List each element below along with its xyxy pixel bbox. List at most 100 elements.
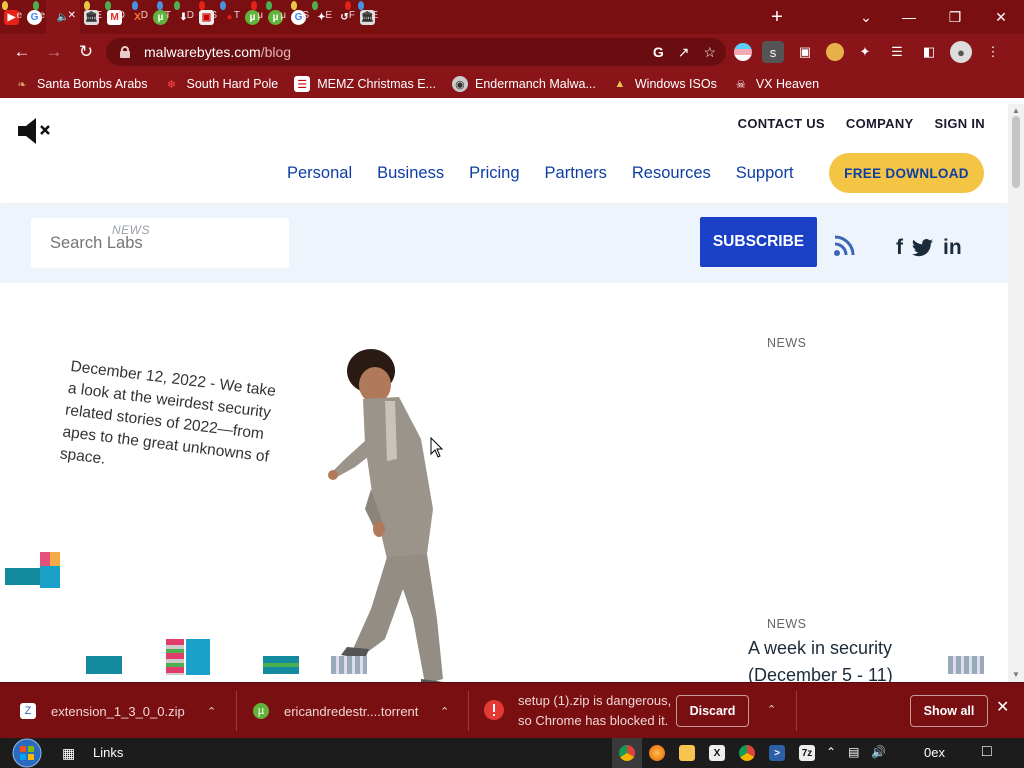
tab-extension[interactable]: ✦ E <box>310 0 333 34</box>
close-shelf-icon[interactable]: ✕ <box>996 697 1009 717</box>
clock[interactable]: 0ex <box>924 745 945 760</box>
mute-icon[interactable] <box>16 116 56 146</box>
lock-icon[interactable] <box>120 46 130 58</box>
news-label: NEWS <box>767 617 807 631</box>
show-hidden-icons-icon[interactable]: ⌃ <box>826 745 836 759</box>
scroll-down-icon[interactable]: ▼ <box>1012 670 1020 679</box>
tab-torrent-2[interactable]: µμ <box>241 0 264 34</box>
discard-button[interactable]: Discard <box>676 695 749 727</box>
side-panel-icon[interactable]: ◧ <box>918 41 940 63</box>
tab-google-2[interactable]: GS <box>287 0 310 34</box>
tab-archive-2[interactable]: 🏛 E <box>356 0 379 34</box>
free-download-button[interactable]: FREE DOWNLOAD <box>829 153 984 193</box>
tab-torrent-3[interactable]: µμ <box>264 0 287 34</box>
glitch-artifact <box>948 656 984 674</box>
screenshot-extension-icon[interactable]: ▣ <box>794 41 816 63</box>
article-title-link[interactable]: A week in security (December 5 - 11) <box>748 635 948 682</box>
tab-gmail[interactable]: MD <box>103 0 126 34</box>
tab-torrent-1[interactable]: µT <box>149 0 172 34</box>
tab-history[interactable]: ↺ F <box>333 0 356 34</box>
7zip-icon[interactable]: 7z <box>792 738 822 768</box>
share-icon[interactable]: ↗ <box>678 44 690 61</box>
nav-partners[interactable]: Partners <box>545 164 607 183</box>
bookmark-star-icon[interactable]: ☆ <box>703 44 716 61</box>
nav-resources[interactable]: Resources <box>632 164 711 183</box>
url-text[interactable]: malwarebytes.com/blog <box>144 44 291 60</box>
search-input[interactable] <box>31 218 289 268</box>
task-view-icon[interactable]: ▦ <box>62 745 75 762</box>
network-icon[interactable]: ▤ <box>848 745 859 759</box>
links-toolbar-label[interactable]: Links <box>93 745 123 760</box>
scrollbar-thumb[interactable] <box>1012 116 1020 188</box>
tab-download[interactable]: ⬇ D <box>172 0 195 34</box>
snowflake-icon: ❄ <box>166 78 177 91</box>
reload-button[interactable]: ↻ <box>70 36 102 68</box>
kebab-menu-icon[interactable]: ⋮ <box>982 41 1004 63</box>
google-icon[interactable]: G <box>653 44 664 60</box>
nav-support[interactable]: Support <box>736 164 794 183</box>
windows-start-icon[interactable] <box>10 738 44 768</box>
chevron-up-icon[interactable]: ⌃ <box>207 705 216 718</box>
tab-audio-active[interactable]: 🔈 ✕ <box>46 0 80 34</box>
labs-bar <box>0 205 1008 283</box>
figure-icon: ▲ <box>614 78 626 90</box>
avatar-extension-icon[interactable] <box>826 43 844 61</box>
bookmark-item[interactable]: ☠ VX Heaven <box>733 76 819 92</box>
scroll-up-icon[interactable]: ▲ <box>1012 106 1020 115</box>
tab-youtube[interactable]: ▶ e <box>0 0 23 34</box>
nav-personal[interactable]: Personal <box>287 164 352 183</box>
new-tab-button[interactable]: + <box>766 6 788 28</box>
restore-button[interactable]: ❐ <box>932 0 978 34</box>
address-bar[interactable]: malwarebytes.com/blog G ↗ ☆ <box>106 38 726 66</box>
page-scrollbar[interactable]: ▲ ▼ <box>1008 104 1024 682</box>
twitter-icon[interactable] <box>912 239 934 257</box>
nav-business[interactable]: Business <box>377 164 444 183</box>
window-controls: ⌄ — ❐ ✕ <box>846 0 1024 34</box>
file-explorer-icon[interactable] <box>672 738 702 768</box>
tab-google[interactable]: Ge <box>23 0 46 34</box>
terminal-icon[interactable]: > <box>762 738 792 768</box>
forward-button[interactable]: → <box>38 36 70 68</box>
chevron-up-icon[interactable]: ⌃ <box>767 703 776 716</box>
linkedin-icon[interactable]: in <box>943 236 962 260</box>
profile-avatar-icon[interactable]: ● <box>950 41 972 63</box>
notifications-icon[interactable]: □ <box>982 743 992 761</box>
rss-icon[interactable] <box>833 235 855 257</box>
tab-close-icon[interactable]: ✕ <box>68 10 76 21</box>
mouse-cursor-icon <box>430 437 444 458</box>
bookmark-item[interactable]: ◉ Endermanch Malwa... <box>451 76 596 92</box>
download-item[interactable]: Z extension_1_3_0_0.zip ⌃ <box>20 683 232 739</box>
omnibox-actions: G ↗ ☆ <box>653 38 716 66</box>
volume-icon[interactable]: 🔊 <box>871 745 886 759</box>
subscribe-button[interactable]: SUBSCRIBE <box>700 217 817 267</box>
minimize-button[interactable]: — <box>886 0 932 34</box>
tab-archive[interactable]: 🏛 E <box>80 0 103 34</box>
excel-icon[interactable]: X <box>702 738 732 768</box>
contact-us-link[interactable]: CONTACT US <box>738 116 825 131</box>
download-item[interactable]: µ ericandredestr....torrent ⌃ <box>253 683 465 739</box>
chrome-alt-taskbar-icon[interactable] <box>732 738 762 768</box>
tab-x[interactable]: XD <box>126 0 149 34</box>
close-window-button[interactable]: ✕ <box>978 0 1024 34</box>
sign-in-link[interactable]: SIGN IN <box>935 116 986 131</box>
show-all-button[interactable]: Show all <box>910 695 988 727</box>
tab-s[interactable]: ▣ S <box>195 0 218 34</box>
puzzle-icon[interactable]: ✦ <box>854 41 876 63</box>
flag-extension-icon[interactable] <box>734 43 752 61</box>
firefox-taskbar-icon[interactable] <box>642 738 672 768</box>
s-extension-icon[interactable]: s <box>762 41 784 63</box>
glitch-artifact <box>263 656 299 674</box>
nav-pricing[interactable]: Pricing <box>469 164 519 183</box>
bookmark-item[interactable]: ❄ South Hard Pole <box>163 76 278 92</box>
tab-t[interactable]: ● T <box>218 0 241 34</box>
facebook-icon[interactable]: f <box>896 236 903 260</box>
reading-list-icon[interactable]: ☰ <box>886 41 908 63</box>
bookmark-item[interactable]: ▲ Windows ISOs <box>612 76 716 92</box>
bookmark-item[interactable]: ☰ MEMZ Christmas E... <box>294 76 436 92</box>
tab-search-icon[interactable]: ⌄ <box>846 0 886 34</box>
chrome-taskbar-icon[interactable] <box>612 738 642 768</box>
chevron-up-icon[interactable]: ⌃ <box>440 705 449 718</box>
back-button[interactable]: ← <box>6 36 38 68</box>
company-link[interactable]: COMPANY <box>846 116 914 131</box>
bookmark-item[interactable]: ❧ Santa Bombs Arabs <box>14 76 147 92</box>
